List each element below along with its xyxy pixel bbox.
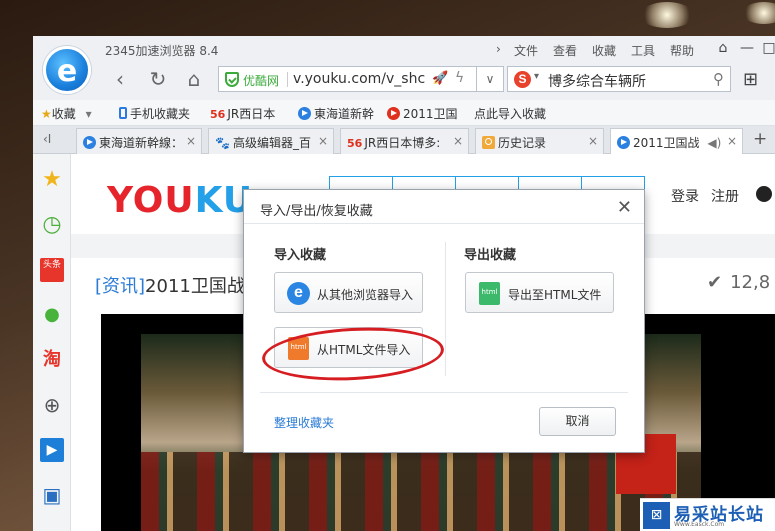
search-input[interactable]: 博多综合车辆所 [548, 71, 646, 91]
dialog-divider [445, 242, 446, 376]
secure-shield-icon [225, 72, 239, 87]
rocket-icon[interactable]: 🚀 [432, 71, 448, 86]
import-heading: 导入收藏 [274, 248, 327, 263]
sidebar-video-icon[interactable]: ▶ [40, 438, 64, 462]
sidebar-history-clock-icon[interactable]: ◷ [40, 213, 64, 237]
bookmark-tokaido[interactable]: 東海道新幹 [298, 105, 374, 122]
youku-icon [617, 136, 630, 149]
site-watermark: ⊠ 易采站长站 Www.Easck.Com [640, 498, 775, 531]
history-icon [482, 136, 495, 149]
menu-help[interactable]: 帮助 [670, 42, 694, 59]
dialog-footer-divider [260, 392, 628, 393]
bookmark-2011[interactable]: 2011卫国 [387, 105, 458, 122]
manage-favorites-link[interactable]: 整理收藏夹 [274, 414, 334, 431]
tab-strip: ‹I 東海道新幹線： × 🐾 高级编辑器_百 × 56 JR西日本博多: × 历史记… [33, 126, 775, 155]
phone-icon [119, 107, 127, 119]
import-export-dialog: 导入/导出/恢复收藏 ✕ 导入收藏 导出收藏 e 从其他浏览器导入 html 从… [243, 189, 645, 453]
56-icon: 56 [347, 137, 363, 150]
address-bar[interactable]: 优酷网 v.youku.com/v_shc 🚀 ϟ [218, 66, 501, 92]
sidebar: ★ ◷ 头条 ● 淘 ⊕ ▶ ▣ [33, 154, 71, 531]
chevron-down-icon: ▾ [85, 107, 92, 121]
sidebar-taobao-icon[interactable]: 淘 [40, 348, 64, 372]
speaker-icon[interactable]: ◀) [707, 136, 721, 150]
app-title: 2345加速浏览器 8.4 [105, 44, 219, 58]
close-icon[interactable]: × [186, 134, 196, 148]
login-link[interactable]: 登录 [671, 186, 699, 206]
new-tab-button[interactable]: + [753, 129, 767, 149]
lightning-icon[interactable]: ϟ [455, 70, 464, 86]
menu-favorites[interactable]: 收藏 [592, 42, 616, 59]
minimize-button[interactable]: — [737, 40, 757, 58]
sidebar-wechat-icon[interactable]: ● [40, 303, 64, 327]
register-link[interactable]: 注册 [711, 186, 739, 206]
menu-file[interactable]: 文件 [514, 42, 538, 59]
html-file-icon: html [479, 282, 500, 305]
menu-view[interactable]: 查看 [553, 42, 577, 59]
close-icon[interactable]: × [453, 134, 463, 148]
bookmarks-bar: ★收藏 ▾ 手机收藏夹 56 JR西日本 東海道新幹 2011卫国 点此导入收藏 [33, 100, 775, 126]
bookmark-jr-west[interactable]: 56 JR西日本 [210, 105, 275, 122]
refresh-button[interactable]: ↻ [145, 66, 171, 92]
export-heading: 导出收藏 [464, 248, 517, 263]
close-icon[interactable]: × [727, 134, 737, 148]
sidebar-toutiao-icon[interactable]: 头条 [40, 258, 64, 282]
article-tag[interactable]: [资讯] [95, 276, 145, 297]
tab-baidu-editor[interactable]: 🐾 高级编辑器_百 × [208, 128, 334, 154]
ie-icon: e [287, 282, 310, 305]
maximize-button[interactable]: □ [759, 40, 775, 58]
search-icon[interactable]: ⚲ [713, 70, 724, 88]
watermark-url: Www.Easck.Com [674, 521, 725, 528]
bookmark-import-link[interactable]: 点此导入收藏 [474, 105, 546, 122]
ceiling-light [742, 2, 775, 24]
clock-icon[interactable] [756, 186, 772, 202]
dialog-title: 导入/导出/恢复收藏 [260, 204, 373, 219]
menu-history-arrow[interactable]: › [496, 42, 501, 56]
tab-jr-west[interactable]: 56 JR西日本博多: × [340, 128, 469, 154]
search-engine-icon[interactable]: S [514, 71, 531, 88]
browser-toolbar: e 2345加速浏览器 8.4 › 文件 查看 收藏 工具 帮助 ⌂ — □ ‹… [33, 36, 775, 100]
search-engine-arrow-icon[interactable]: ▾ [534, 71, 539, 82]
youku-icon [298, 107, 311, 120]
tab-tokaido[interactable]: 東海道新幹線： × [76, 128, 202, 154]
youku-icon [83, 136, 96, 149]
search-box[interactable]: S ▾ 博多综合车辆所 ⚲ [507, 66, 731, 92]
check-icon: ✔ [707, 272, 723, 293]
sidebar-game-gamepad-icon[interactable]: ⊕ [40, 393, 64, 417]
skin-icon[interactable]: ⌂ [713, 40, 733, 58]
youku-logo[interactable]: YOUKU [107, 180, 253, 221]
browser-logo-icon: e [43, 46, 91, 94]
address-separator [287, 72, 288, 87]
back-button[interactable]: ‹ [107, 66, 133, 92]
tab-history[interactable]: 历史记录 × [475, 128, 604, 154]
address-dropdown-button[interactable]: ∨ [476, 66, 504, 92]
youku-icon [387, 107, 400, 120]
tab-active-2011[interactable]: 2011卫国战 ◀) × [610, 128, 743, 155]
sidebar-favorites-star-icon[interactable]: ★ [40, 168, 64, 192]
close-icon[interactable]: × [588, 134, 598, 148]
view-count: ✔ 12,8 [707, 272, 771, 293]
import-from-browser-button[interactable]: e 从其他浏览器导入 [274, 272, 423, 313]
ceiling-light [640, 2, 694, 28]
tab-scroll-left[interactable]: ‹I [43, 132, 51, 146]
sidebar-computer-icon[interactable]: ▣ [40, 483, 64, 507]
watermark-logo-icon: ⊠ [643, 502, 670, 529]
home-button[interactable]: ⌂ [181, 66, 207, 92]
apps-grid-icon[interactable]: ⊞ [743, 69, 758, 90]
dialog-header: 导入/导出/恢复收藏 ✕ [244, 190, 644, 224]
menu-tools[interactable]: 工具 [631, 42, 655, 59]
article-title: [资讯]2011卫国战 [95, 276, 245, 297]
bookmark-mobile[interactable]: 手机收藏夹 [119, 105, 190, 122]
close-icon[interactable]: × [318, 134, 328, 148]
url-text[interactable]: v.youku.com/v_shc [293, 71, 425, 87]
site-security-label: 优酷网 [243, 74, 280, 88]
bookmark-favorites[interactable]: ★收藏 ▾ [41, 105, 92, 122]
close-icon[interactable]: ✕ [617, 197, 632, 218]
star-icon: ★ [41, 107, 52, 121]
export-to-html-button[interactable]: html 导出至HTML文件 [465, 272, 614, 313]
paw-icon: 🐾 [215, 136, 230, 150]
56-icon: 56 [210, 108, 226, 121]
cancel-button[interactable]: 取消 [539, 407, 616, 436]
